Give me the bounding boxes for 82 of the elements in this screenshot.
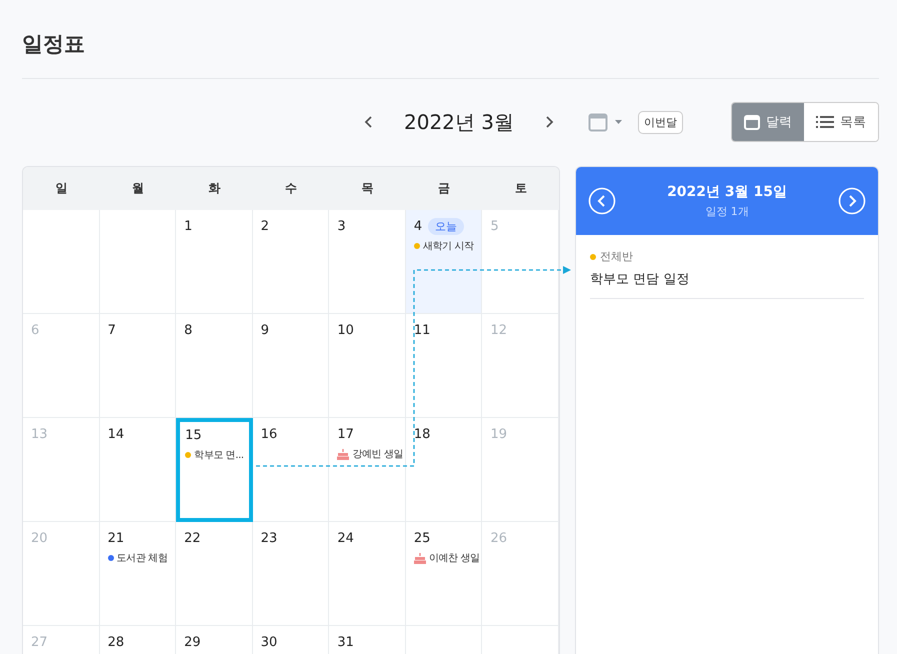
page-title: 일정표 (22, 31, 86, 58)
day-number: 12 (490, 322, 508, 338)
calendar-day-cell[interactable]: 1 (176, 210, 253, 314)
day-number: 1 (184, 218, 192, 234)
day-number: 2 (260, 218, 270, 234)
day-number: 19 (490, 426, 508, 442)
day-number: 14 (108, 426, 124, 442)
weekday-label: 토 (514, 180, 528, 197)
day-number: 27 (31, 634, 48, 650)
day-number: 6 (31, 322, 40, 338)
calendar-day-cell[interactable]: 10 (329, 314, 406, 418)
day-number: 4 (414, 218, 422, 234)
calendar-day-cell[interactable]: 2 (252, 210, 330, 314)
event-group: 전체반 (600, 249, 634, 264)
day-number: 23 (260, 530, 278, 546)
weekday-label: 수 (284, 180, 298, 197)
day-number: 10 (337, 322, 354, 338)
calendar-day-cell[interactable]: 29 (176, 626, 253, 654)
previous-month-icon[interactable] (364, 114, 374, 130)
date-picker-icon[interactable] (588, 111, 622, 133)
day-number: 17 (337, 426, 354, 442)
day-number: 31 (337, 634, 354, 650)
day-number: 18 (414, 426, 430, 442)
calendar-icon (744, 114, 760, 130)
calendar-day-cell[interactable]: 14 (100, 418, 176, 522)
panel-date: 2022년 3월 15일 (667, 183, 787, 201)
day-number: 29 (184, 634, 201, 650)
previous-day-icon[interactable] (588, 187, 616, 215)
event-title[interactable]: 새학기 시작 (422, 239, 474, 253)
calendar-day-cell[interactable]: 16 (252, 418, 330, 522)
cake-icon (337, 448, 350, 460)
day-number: 24 (337, 530, 354, 546)
weekday-label: 목 (360, 180, 375, 197)
this-month-button[interactable]: 이번달 (638, 110, 683, 134)
day-number: 8 (184, 322, 192, 338)
calendar-day-cell[interactable]: 21 도서관 체험 (100, 522, 176, 626)
weekday-label: 금 (437, 180, 452, 197)
cake-icon (414, 552, 426, 564)
month-title: 2022년 3월 (404, 108, 514, 136)
calendar-day-cell[interactable]: 7 (100, 314, 176, 418)
calendar-day-cell[interactable]: 24 (329, 522, 406, 626)
event-title[interactable]: 학부모 면... (194, 448, 244, 462)
weekday-label: 일 (54, 180, 68, 197)
calendar-day-cell[interactable]: 22 (176, 522, 253, 626)
day-number: 15 (185, 428, 202, 442)
event-count: 일정 1개 (705, 204, 749, 219)
event-title[interactable]: 강예빈 생일 (352, 447, 404, 461)
day-number: 26 (490, 530, 508, 546)
calendar-day-cell[interactable]: 18 (406, 418, 482, 522)
event-title[interactable]: 이예찬 생일 (428, 551, 480, 565)
day-number: 28 (108, 634, 124, 650)
next-day-icon[interactable] (838, 187, 866, 215)
calendar-day-cell[interactable]: 4 오늘 새학기 시작 (406, 210, 482, 314)
calendar-day-cell[interactable]: 9 (252, 314, 330, 418)
weekday-label: 월 (130, 180, 145, 197)
day-number: 20 (31, 530, 48, 546)
day-number: 16 (260, 426, 278, 442)
today-badge: 오늘 (428, 218, 464, 234)
next-month-icon[interactable] (544, 114, 554, 130)
calendar-day-cell[interactable]: 8 (176, 314, 253, 418)
calendar-day-cell[interactable]: 28 (100, 626, 176, 654)
calendar-day-cell[interactable]: 30 (252, 626, 330, 654)
weekday-label: 화 (207, 180, 222, 197)
calendar-day-cell[interactable]: 31 (329, 626, 406, 654)
day-number: 22 (184, 530, 201, 546)
calendar-day-cell[interactable]: 11 (406, 314, 482, 418)
day-number: 3 (337, 218, 346, 234)
day-number: 13 (31, 426, 48, 442)
day-number: 11 (414, 322, 430, 338)
day-number: 25 (414, 530, 430, 546)
day-number: 21 (108, 530, 124, 546)
day-number: 5 (490, 218, 499, 234)
calendar-day-cell[interactable]: 15 학부모 면... (176, 418, 253, 522)
day-number: 30 (260, 634, 278, 650)
day-number: 9 (260, 322, 270, 338)
calendar-day-cell[interactable]: 23 (252, 522, 330, 626)
calendar-day-cell[interactable]: 25 이예찬 생일 (406, 522, 482, 626)
list-icon (816, 115, 834, 129)
event-title[interactable]: 도서관 체험 (116, 551, 168, 565)
day-number: 7 (108, 322, 116, 338)
event-title[interactable]: 학부모 면담 일정 (590, 270, 864, 288)
calendar-day-cell[interactable]: 17 강예빈 생일 (329, 418, 406, 522)
